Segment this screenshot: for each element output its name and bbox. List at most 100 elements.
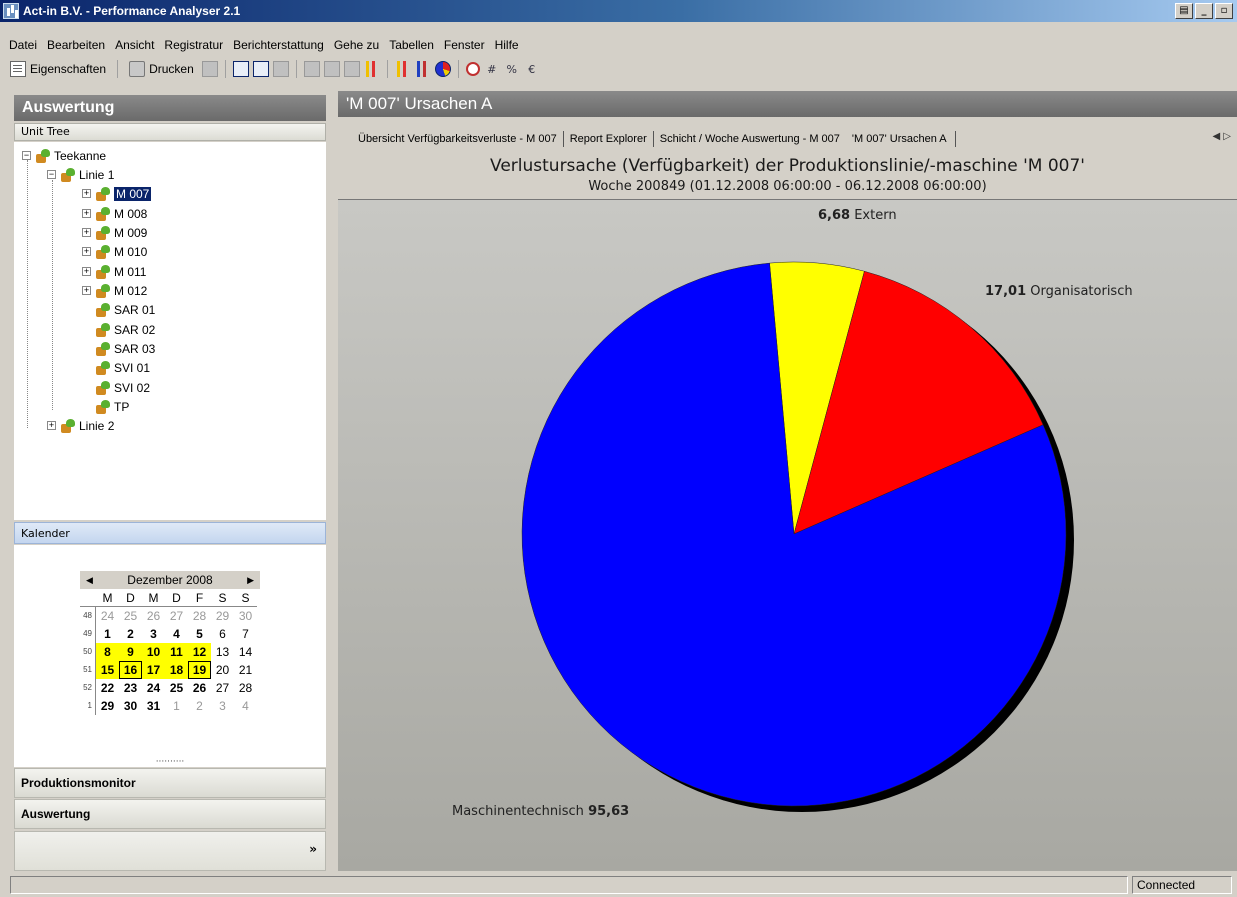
collapse-icon[interactable]: − xyxy=(47,170,56,179)
properties-button[interactable]: Eigenschaften xyxy=(6,59,110,79)
expand-icon[interactable]: + xyxy=(82,189,91,198)
calendar-day[interactable]: 2 xyxy=(188,697,211,715)
nav-auswertung[interactable]: Auswertung xyxy=(14,799,326,829)
tree-node-machine[interactable]: + M 010 xyxy=(82,242,147,261)
tab-schicht-woche[interactable]: Schicht / Woche Auswertung - M 007 xyxy=(654,131,846,147)
tree-node-leaf[interactable]: SAR 02 xyxy=(82,320,155,339)
tree-node-leaf[interactable]: SAR 03 xyxy=(82,339,155,358)
calendar-day[interactable]: 29 xyxy=(96,697,119,715)
menu-ansicht[interactable]: Ansicht xyxy=(110,38,159,52)
percent-icon[interactable]: % xyxy=(504,63,520,76)
collapse-icon[interactable]: − xyxy=(22,151,31,160)
tab-report-explorer[interactable]: Report Explorer xyxy=(564,131,654,147)
calendar-day[interactable]: 1 xyxy=(96,625,119,643)
calendar-day[interactable]: 27 xyxy=(211,679,234,697)
tab-scroll-icon[interactable]: ◀ ▷ xyxy=(1212,131,1231,142)
tree-node-line1[interactable]: − Linie 1 xyxy=(47,165,114,184)
clock-icon[interactable] xyxy=(465,62,480,76)
menu-gehe-zu[interactable]: Gehe zu xyxy=(329,38,384,52)
menu-registratur[interactable]: Registratur xyxy=(159,38,228,52)
calendar-day[interactable]: 25 xyxy=(165,679,188,697)
calendar-day[interactable]: 16 xyxy=(119,661,142,679)
expand-icon[interactable]: + xyxy=(47,421,56,430)
expand-icon[interactable]: + xyxy=(82,286,91,295)
calendar-day[interactable]: 2 xyxy=(119,625,142,643)
calendar-day[interactable]: 7 xyxy=(234,625,257,643)
euro-icon[interactable]: € xyxy=(524,63,540,76)
tree-node-leaf[interactable]: SVI 02 xyxy=(82,378,150,397)
print-window-icon[interactable]: ▤ xyxy=(1175,3,1193,19)
tree-node-machine[interactable]: + M 009 xyxy=(82,223,147,242)
calendar-day[interactable]: 11 xyxy=(165,643,188,661)
calendar-day[interactable]: 10 xyxy=(142,643,165,661)
calendar-day[interactable]: 19 xyxy=(188,661,211,679)
calendar-day[interactable]: 24 xyxy=(96,607,119,625)
menu-datei[interactable]: Datei xyxy=(4,38,42,52)
calendar-day[interactable]: 20 xyxy=(211,661,234,679)
export-icon[interactable] xyxy=(201,61,218,77)
expand-icon[interactable]: + xyxy=(82,247,91,256)
calendar-day[interactable]: 3 xyxy=(211,697,234,715)
select-tool-icon[interactable] xyxy=(232,61,249,77)
next-month-icon[interactable]: ▶ xyxy=(247,575,254,586)
tree-node-leaf[interactable]: TP xyxy=(82,397,129,416)
brush-icon[interactable] xyxy=(343,61,360,77)
tree-node-root[interactable]: − Teekanne xyxy=(22,146,106,165)
pie-chart-icon[interactable] xyxy=(434,61,451,77)
tree-node-leaf[interactable]: SVI 01 xyxy=(82,358,150,377)
tree-node-line2[interactable]: + Linie 2 xyxy=(47,416,114,435)
nav-produktionsmonitor[interactable]: Produktionsmonitor xyxy=(14,768,326,798)
menu-tabellen[interactable]: Tabellen xyxy=(384,38,439,52)
calendar-day[interactable]: 26 xyxy=(142,607,165,625)
stacked-bar-chart-icon[interactable] xyxy=(394,61,411,77)
calendar-day[interactable]: 1 xyxy=(165,697,188,715)
calendar-day[interactable]: 25 xyxy=(119,607,142,625)
menu-fenster[interactable]: Fenster xyxy=(439,38,490,52)
calendar-day[interactable]: 15 xyxy=(96,661,119,679)
chevron-down-icon[interactable]: » xyxy=(309,842,317,856)
calendar-day[interactable]: 29 xyxy=(211,607,234,625)
calendar-day[interactable]: 3 xyxy=(142,625,165,643)
calendar-day[interactable]: 9 xyxy=(119,643,142,661)
calendar-day[interactable]: 18 xyxy=(165,661,188,679)
calendar-day[interactable]: 31 xyxy=(142,697,165,715)
panel-splitter[interactable]: ·········· xyxy=(14,758,326,768)
prev-month-icon[interactable]: ◀ xyxy=(86,575,93,586)
calendar-day[interactable]: 24 xyxy=(142,679,165,697)
expand-icon[interactable]: + xyxy=(82,267,91,276)
tree-node-leaf[interactable]: SAR 01 xyxy=(82,300,155,319)
count-icon[interactable]: # xyxy=(484,63,500,76)
expand-icon[interactable]: + xyxy=(82,209,91,218)
calendar-day[interactable]: 28 xyxy=(188,607,211,625)
calendar-day[interactable]: 4 xyxy=(234,697,257,715)
menu-berichterstattung[interactable]: Berichterstattung xyxy=(228,38,329,52)
tree-node-machine[interactable]: + M 008 xyxy=(82,204,147,223)
calendar-day[interactable]: 27 xyxy=(165,607,188,625)
tree-node-machine[interactable]: + M 007 xyxy=(82,184,152,203)
menu-hilfe[interactable]: Hilfe xyxy=(490,38,524,52)
calendar-day[interactable]: 17 xyxy=(142,661,165,679)
calendar-day[interactable]: 4 xyxy=(165,625,188,643)
tab-uebersicht[interactable]: Übersicht Verfügbarkeitsverluste - M 007 xyxy=(352,131,564,147)
calendar-day[interactable]: 26 xyxy=(188,679,211,697)
bar-chart-icon[interactable] xyxy=(363,61,380,77)
calendar-day[interactable]: 13 xyxy=(211,643,234,661)
calendar-day[interactable]: 28 xyxy=(234,679,257,697)
color-icon[interactable] xyxy=(323,61,340,77)
grouped-bar-chart-icon[interactable] xyxy=(414,61,431,77)
calendar-day[interactable]: 30 xyxy=(119,697,142,715)
calendar-day[interactable]: 8 xyxy=(96,643,119,661)
calendar-day[interactable]: 23 xyxy=(119,679,142,697)
expand-icon[interactable]: + xyxy=(82,228,91,237)
minimize-button[interactable]: _ xyxy=(1195,3,1213,19)
tree-node-machine[interactable]: + M 011 xyxy=(82,262,146,281)
document-icon[interactable] xyxy=(272,61,289,77)
layout-dropdown-icon[interactable] xyxy=(303,61,320,77)
tab-ursachen-a[interactable]: 'M 007' Ursachen A xyxy=(846,131,956,147)
menu-bearbeiten[interactable]: Bearbeiten xyxy=(42,38,110,52)
calendar-day[interactable]: 6 xyxy=(211,625,234,643)
tree-node-machine[interactable]: + M 012 xyxy=(82,281,147,300)
calendar-day[interactable]: 12 xyxy=(188,643,211,661)
calendar-day[interactable]: 21 xyxy=(234,661,257,679)
calendar-day[interactable]: 30 xyxy=(234,607,257,625)
